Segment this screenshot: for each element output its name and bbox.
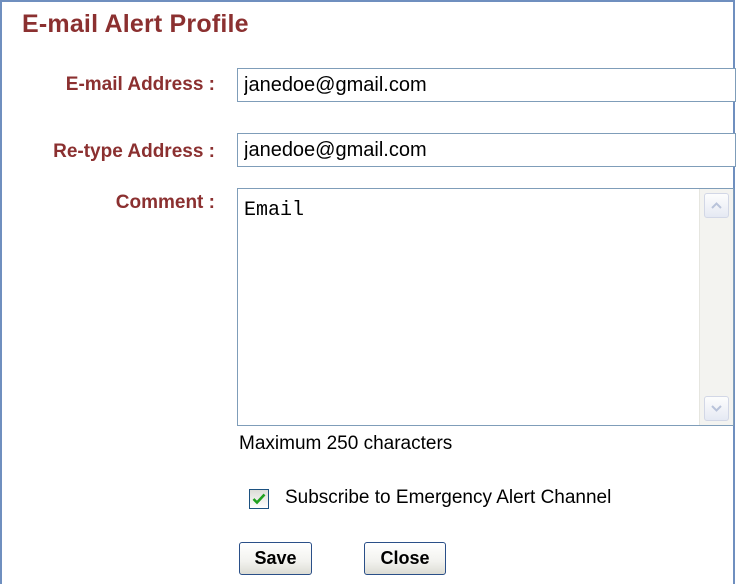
retype-address-label: Re-type Address : [53,141,215,162]
chevron-up-icon [711,202,722,209]
email-address-label: E-mail Address : [65,74,215,95]
email-alert-profile-panel: E-mail Alert Profile E-mail Address : Re… [0,0,736,584]
checkmark-icon [252,493,266,505]
close-button[interactable]: Close [364,542,446,575]
save-button[interactable]: Save [239,542,312,575]
retype-address-field[interactable] [237,133,736,167]
comment-label: Comment : [115,192,215,213]
comment-scrollbar[interactable] [699,189,733,425]
chevron-down-icon [711,405,722,412]
email-address-field[interactable] [237,68,736,102]
scroll-up-button[interactable] [704,193,729,218]
comment-hint: Maximum 250 characters [239,433,453,454]
page-title: E-mail Alert Profile [22,10,249,38]
comment-textarea[interactable]: Email [238,189,698,425]
comment-box: Email [237,188,734,426]
subscribe-checkbox[interactable] [249,489,269,509]
subscribe-label[interactable]: Subscribe to Emergency Alert Channel [285,487,611,509]
scroll-down-button[interactable] [704,396,729,421]
